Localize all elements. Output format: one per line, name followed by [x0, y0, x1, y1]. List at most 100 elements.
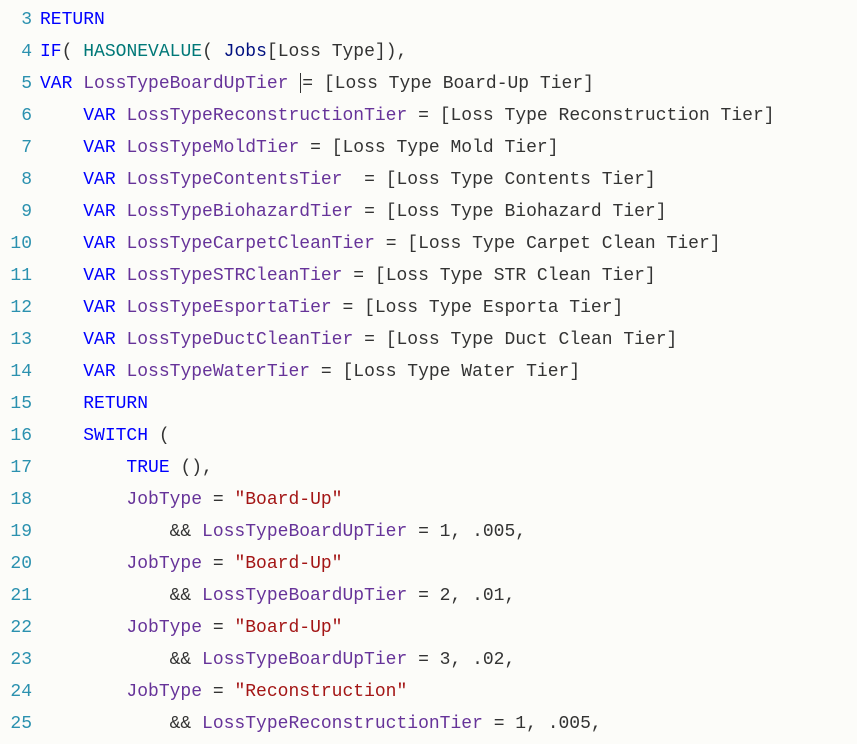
token-str: "Reconstruction" — [234, 682, 407, 702]
token-varkw: VAR — [83, 138, 115, 158]
token-jobtype: JobType — [126, 682, 202, 702]
code-line[interactable]: JobType = "Reconstruction" — [40, 676, 857, 708]
token-jobtype: JobType — [126, 490, 202, 510]
code-line[interactable]: SWITCH ( — [40, 420, 857, 452]
token-vname: LossTypeWaterTier — [126, 362, 310, 382]
token-plain — [116, 202, 127, 222]
line-number: 18 — [0, 484, 32, 516]
token-paren: ( — [62, 42, 73, 62]
line-number: 4 — [0, 36, 32, 68]
token-measref: [Loss Type Biohazard Tier] — [386, 202, 667, 222]
token-ifkw: IF — [40, 42, 62, 62]
line-number: 15 — [0, 388, 32, 420]
code-line[interactable]: VAR LossTypeBoardUpTier = [Loss Type Boa… — [40, 68, 857, 100]
token-switchkw: SWITCH — [83, 426, 148, 446]
token-vname: LossTypeBoardUpTier — [202, 586, 407, 606]
code-line[interactable]: RETURN — [40, 4, 857, 36]
line-number: 22 — [0, 612, 32, 644]
token-op: = — [407, 106, 439, 126]
line-number: 24 — [0, 676, 32, 708]
line-number: 5 — [0, 68, 32, 100]
token-vname: LossTypeContentsTier — [126, 170, 342, 190]
token-numlit: = 1, .005, — [483, 714, 602, 734]
token-losstype: [Loss Type] — [267, 42, 386, 62]
token-paren: (), — [170, 458, 213, 478]
token-vname: LossTypeMoldTier — [126, 138, 299, 158]
token-measref: [Loss Type Water Tier] — [342, 362, 580, 382]
token-returnkw: RETURN — [40, 10, 105, 30]
token-op: = — [332, 298, 364, 318]
token-vname: LossTypeDuctCleanTier — [126, 330, 353, 350]
token-plain — [116, 170, 127, 190]
code-line[interactable]: JobType = "Board-Up" — [40, 548, 857, 580]
token-op: = — [353, 330, 385, 350]
token-op: = — [375, 234, 407, 254]
token-op: = — [299, 138, 331, 158]
token-paren: ), — [386, 42, 408, 62]
token-vname: LossTypeBiohazardTier — [126, 202, 353, 222]
line-number: 17 — [0, 452, 32, 484]
token-measref: [Loss Type Carpet Clean Tier] — [407, 234, 720, 254]
token-vname: LossTypeSTRCleanTier — [126, 266, 342, 286]
line-number: 11 — [0, 260, 32, 292]
code-line[interactable]: VAR LossTypeBiohazardTier = [Loss Type B… — [40, 196, 857, 228]
token-returnkw: RETURN — [83, 394, 148, 414]
code-line[interactable]: && LossTypeBoardUpTier = 1, .005, — [40, 516, 857, 548]
line-number: 25 — [0, 708, 32, 740]
token-vname: LossTypeBoardUpTier — [83, 74, 288, 94]
code-line[interactable]: && LossTypeBoardUpTier = 2, .01, — [40, 580, 857, 612]
code-line[interactable]: JobType = "Board-Up" — [40, 612, 857, 644]
code-line[interactable]: VAR LossTypeContentsTier = [Loss Type Co… — [40, 164, 857, 196]
token-paren: ( — [148, 426, 170, 446]
code-line[interactable]: RETURN — [40, 388, 857, 420]
token-numlit: = 3, .02, — [407, 650, 515, 670]
code-line[interactable]: VAR LossTypeMoldTier = [Loss Type Mold T… — [40, 132, 857, 164]
line-number: 13 — [0, 324, 32, 356]
line-number: 8 — [0, 164, 32, 196]
code-editor[interactable]: 345678910111213141516171819202122232425 … — [0, 0, 857, 744]
token-op: = — [342, 170, 385, 190]
code-line[interactable]: IF( HASONEVALUE( Jobs[Loss Type]), — [40, 36, 857, 68]
token-measref: [Loss Type STR Clean Tier] — [375, 266, 656, 286]
token-varkw: VAR — [83, 202, 115, 222]
code-line[interactable]: JobType = "Board-Up" — [40, 484, 857, 516]
token-op: = — [202, 618, 234, 638]
token-op: = — [202, 554, 234, 574]
token-plain — [116, 330, 127, 350]
token-vname: LossTypeReconstructionTier — [126, 106, 407, 126]
line-number: 10 — [0, 228, 32, 260]
line-number: 3 — [0, 4, 32, 36]
token-op: && — [170, 650, 202, 670]
token-varkw: VAR — [40, 74, 72, 94]
token-varkw: VAR — [83, 106, 115, 126]
line-number: 21 — [0, 580, 32, 612]
code-line[interactable]: VAR LossTypeCarpetCleanTier = [Loss Type… — [40, 228, 857, 260]
token-jobtype: JobType — [126, 618, 202, 638]
code-line[interactable]: TRUE (), — [40, 452, 857, 484]
line-number: 6 — [0, 100, 32, 132]
token-hasone: HASONEVALUE — [83, 42, 202, 62]
token-plain — [116, 362, 127, 382]
code-line[interactable]: VAR LossTypeSTRCleanTier = [Loss Type ST… — [40, 260, 857, 292]
code-line[interactable]: && LossTypeReconstructionTier = 1, .005, — [40, 708, 857, 740]
code-line[interactable]: VAR LossTypeWaterTier = [Loss Type Water… — [40, 356, 857, 388]
token-plain — [116, 234, 127, 254]
token-str: "Board-Up" — [234, 554, 342, 574]
line-number: 12 — [0, 292, 32, 324]
token-op: && — [170, 586, 202, 606]
line-number: 23 — [0, 644, 32, 676]
token-vname: LossTypeBoardUpTier — [202, 522, 407, 542]
code-line[interactable]: && LossTypeBoardUpTier = 3, .02, — [40, 644, 857, 676]
token-measref: [Loss Type Mold Tier] — [332, 138, 559, 158]
token-str: "Board-Up" — [234, 490, 342, 510]
token-op: = — [202, 682, 234, 702]
code-line[interactable]: VAR LossTypeDuctCleanTier = [Loss Type D… — [40, 324, 857, 356]
code-area[interactable]: RETURNIF( HASONEVALUE( Jobs[Loss Type]),… — [40, 4, 857, 740]
code-line[interactable]: VAR LossTypeEsportaTier = [Loss Type Esp… — [40, 292, 857, 324]
token-op: = — [202, 490, 234, 510]
code-line[interactable]: VAR LossTypeReconstructionTier = [Loss T… — [40, 100, 857, 132]
token-numlit: = 1, .005, — [407, 522, 526, 542]
token-jobs: Jobs — [224, 42, 267, 62]
token-op: = — [353, 202, 385, 222]
token-varkw: VAR — [83, 266, 115, 286]
